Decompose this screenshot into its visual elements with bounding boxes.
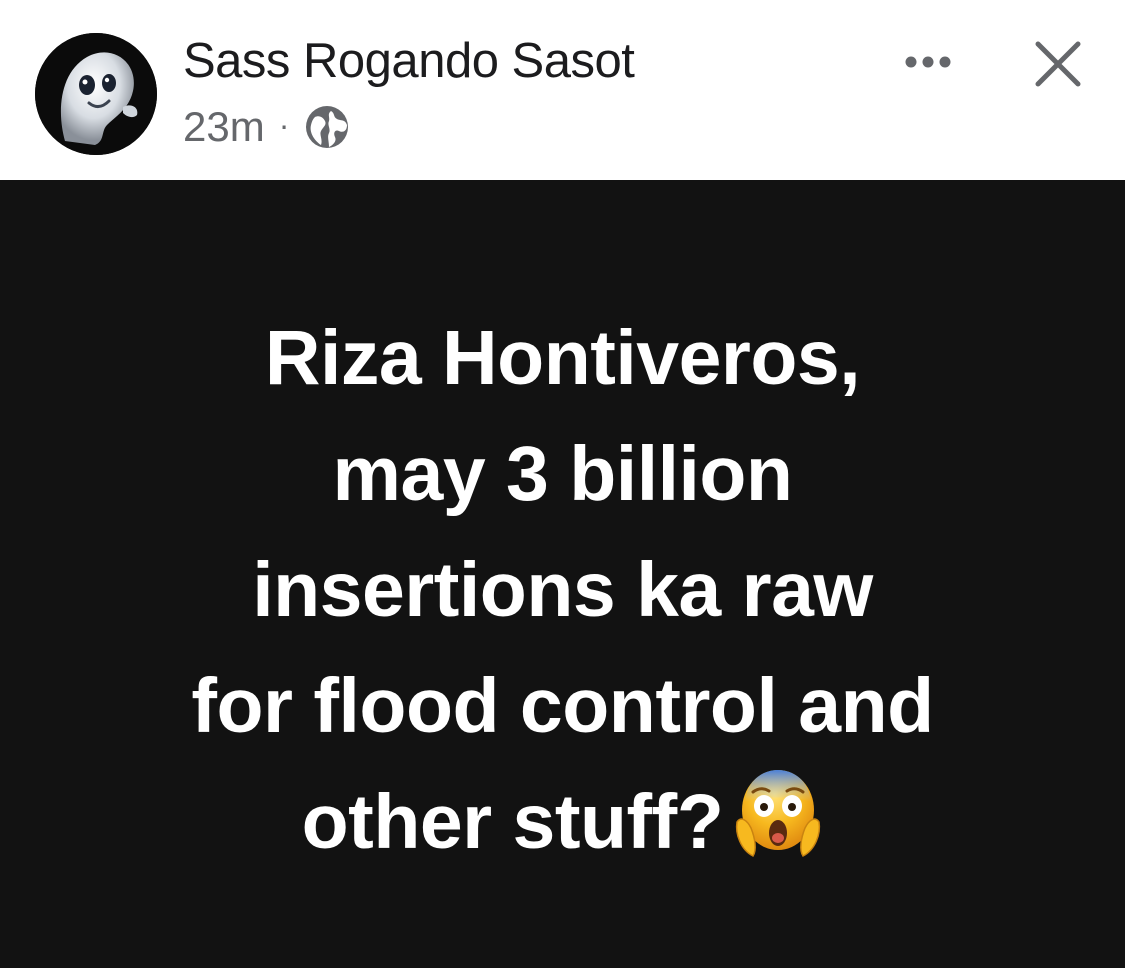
- status-background: Riza Hontiveros, may 3 billion insertion…: [0, 180, 1125, 968]
- status-text: Riza Hontiveros, may 3 billion insertion…: [40, 300, 1085, 880]
- ghost-avatar-image: [35, 33, 157, 155]
- author-avatar[interactable]: [35, 33, 157, 155]
- status-line-5-text: other stuff?: [301, 779, 724, 865]
- status-line-3: insertions ka raw: [252, 547, 873, 633]
- close-button[interactable]: [1030, 36, 1086, 92]
- more-options-button[interactable]: [898, 42, 958, 82]
- close-icon: [1035, 41, 1081, 87]
- status-line-5: other stuff?: [40, 764, 1085, 880]
- post-timestamp[interactable]: 23m: [183, 103, 265, 151]
- status-line-4: for flood control and: [191, 663, 934, 749]
- author-name[interactable]: Sass Rogando Sasot: [183, 33, 635, 89]
- scream-emoji-icon: [736, 770, 821, 857]
- facebook-post: Sass Rogando Sasot 23m · Riza Hontiveros…: [0, 0, 1125, 968]
- status-line-2: may 3 billion: [332, 431, 793, 517]
- post-meta: 23m ·: [183, 100, 351, 154]
- globe-icon[interactable]: [303, 103, 351, 151]
- status-line-1: Riza Hontiveros,: [264, 315, 861, 401]
- more-options-icon: [905, 56, 951, 68]
- meta-separator: ·: [278, 106, 290, 143]
- post-header: Sass Rogando Sasot 23m ·: [0, 0, 1125, 180]
